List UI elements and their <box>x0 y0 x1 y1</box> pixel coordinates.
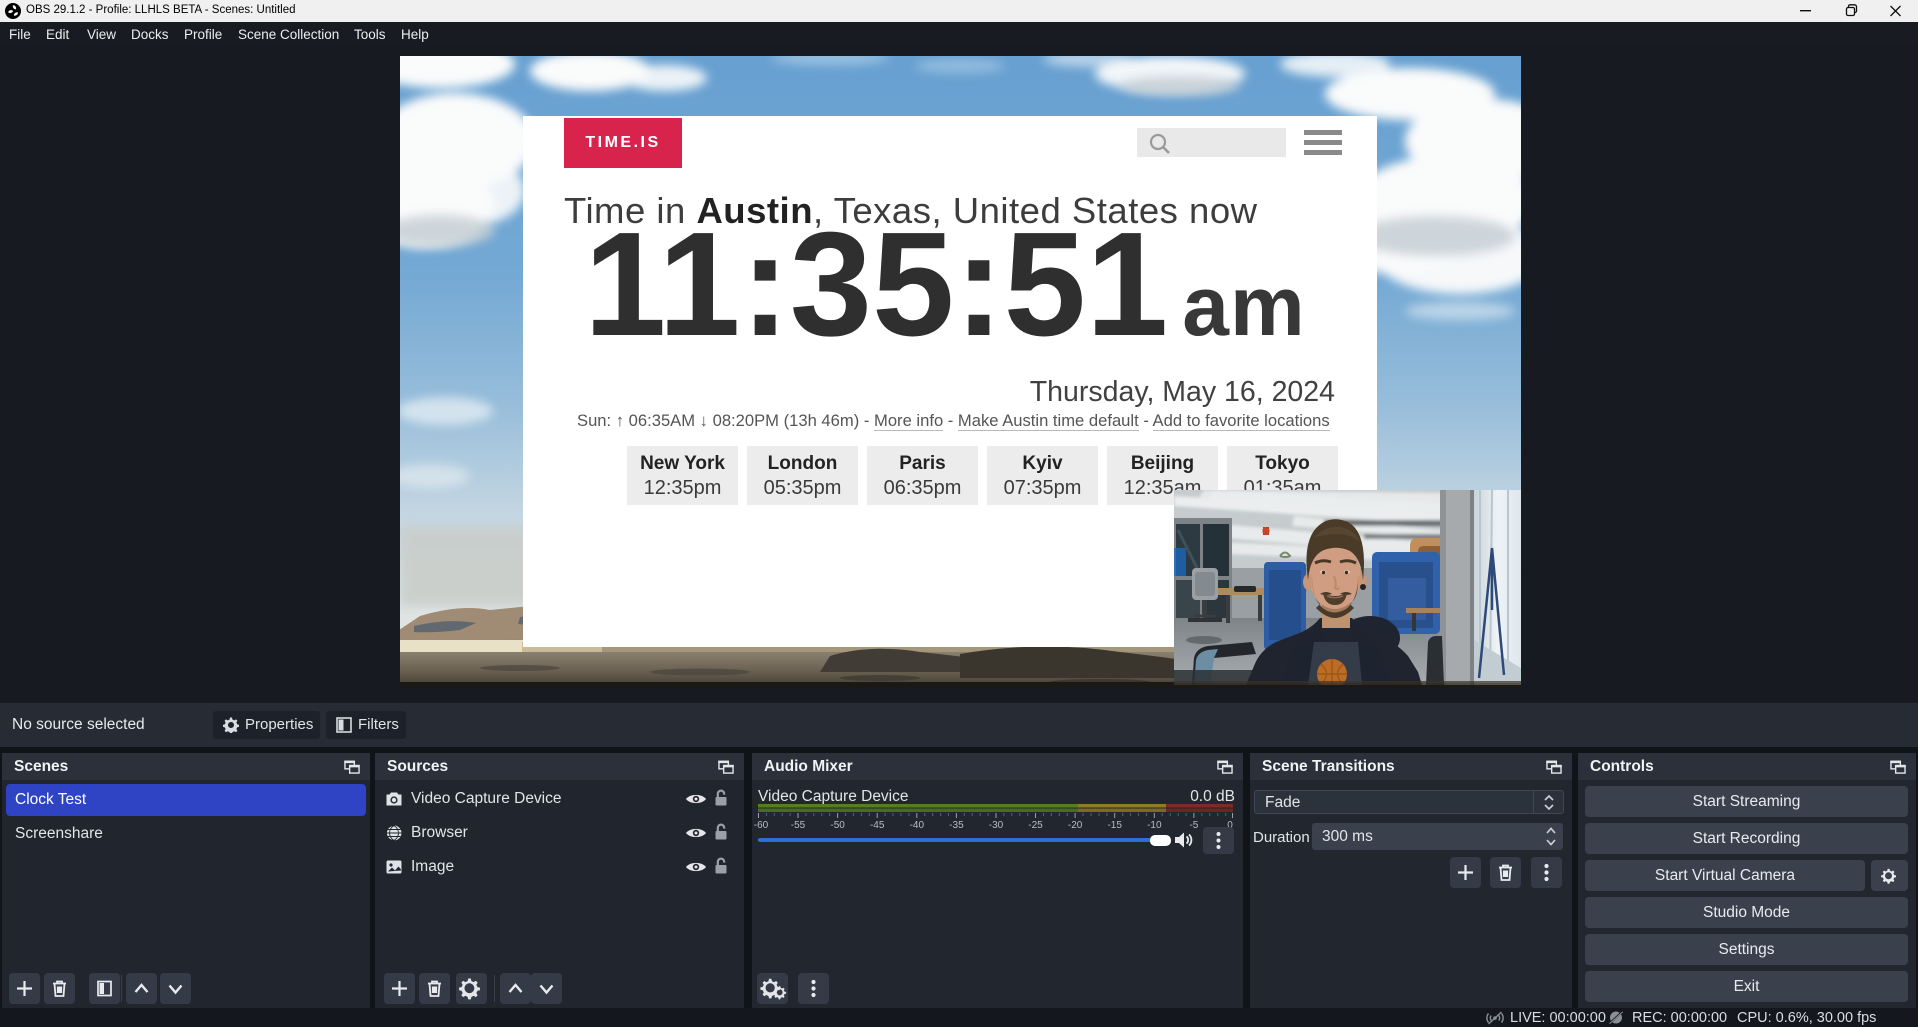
svg-text:-50: -50 <box>830 820 845 830</box>
svg-text:-35: -35 <box>949 820 964 830</box>
svg-text:-60: -60 <box>754 820 769 830</box>
svg-text:-55: -55 <box>791 820 806 830</box>
svg-text:-45: -45 <box>870 820 885 830</box>
svg-text:-10: -10 <box>1147 820 1162 830</box>
svg-text:-5: -5 <box>1189 820 1198 830</box>
svg-text:-15: -15 <box>1107 820 1122 830</box>
svg-text:-20: -20 <box>1068 820 1083 830</box>
svg-text:-25: -25 <box>1028 820 1043 830</box>
svg-text:-30: -30 <box>989 820 1004 830</box>
svg-text:-40: -40 <box>910 820 925 830</box>
